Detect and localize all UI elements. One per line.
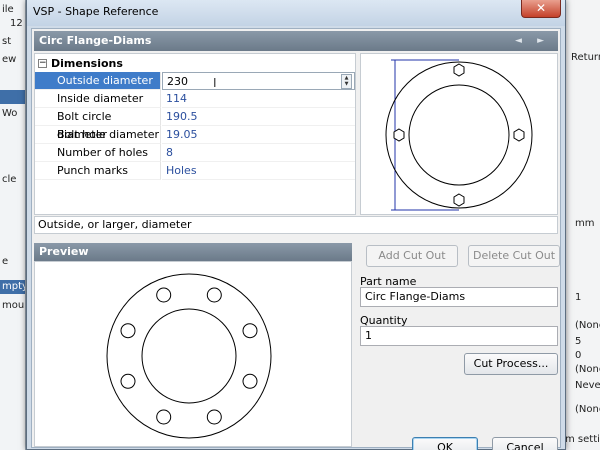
property-row-outside-diameter[interactable]: Outside diameter 230 I ▲ ▼ bbox=[35, 72, 355, 90]
cut-process-button[interactable]: Cut Process... bbox=[464, 353, 558, 375]
ok-button[interactable]: OK bbox=[412, 437, 478, 450]
bg-fragment: mm bbox=[575, 218, 595, 229]
bg-fragment: ile bbox=[2, 4, 14, 15]
category-dimensions[interactable]: − Dimensions bbox=[35, 56, 355, 72]
bolt-hole-top bbox=[453, 63, 465, 77]
preview-inner-circle bbox=[141, 308, 237, 404]
property-description: Outside, or larger, diameter bbox=[34, 216, 558, 234]
property-row-bolt-hole-diameter[interactable]: Bolt hole diameter 19.05 bbox=[35, 126, 355, 144]
bg-fragment: 12 bbox=[10, 18, 23, 29]
bg-fragment: e bbox=[2, 256, 9, 267]
bg-fragment: ew bbox=[2, 54, 17, 65]
close-icon: ✕ bbox=[535, 1, 547, 15]
spinner-icon[interactable]: ▲ ▼ bbox=[341, 74, 352, 89]
bg-fragment: 5 bbox=[575, 336, 582, 347]
background-right-panel: Return mm 1 (None 5 0 (None Never (None … bbox=[560, 0, 600, 450]
bolt-hole-right bbox=[513, 128, 525, 142]
property-value[interactable]: 190.5 bbox=[162, 108, 355, 126]
preview-bolt-hole bbox=[120, 323, 136, 339]
shape-nav-arrows-icon[interactable]: ◄ ► bbox=[515, 31, 550, 51]
property-name: Punch marks bbox=[35, 162, 161, 180]
dialog-title: VSP - Shape Reference bbox=[33, 5, 159, 18]
property-value[interactable]: 19.05 bbox=[162, 126, 355, 144]
property-value[interactable]: 114 bbox=[162, 90, 355, 108]
bg-fragment: 0 bbox=[575, 350, 582, 361]
part-name-field[interactable]: Circ Flange-Diams bbox=[360, 287, 558, 307]
delete-cut-out-button[interactable]: Delete Cut Out bbox=[468, 245, 560, 267]
bg-fragment: (None bbox=[575, 404, 600, 415]
property-name: Number of holes bbox=[35, 144, 161, 162]
property-row-inside-diameter[interactable]: Inside diameter 114 bbox=[35, 90, 355, 108]
property-row-bolt-circle-diameter[interactable]: Bolt circle diameter 190.5 bbox=[35, 108, 355, 141]
property-row-punch-marks[interactable]: Punch marks Holes bbox=[35, 162, 355, 180]
bolt-hole-bottom bbox=[453, 193, 465, 207]
preview-header: Preview bbox=[34, 243, 352, 261]
bg-fragment: (None bbox=[575, 364, 600, 375]
quantity-field[interactable]: 1 bbox=[360, 326, 558, 346]
outer-circle bbox=[385, 61, 533, 209]
bg-fragment: cle bbox=[2, 174, 17, 185]
preview-area bbox=[34, 261, 352, 447]
preview-bolt-hole bbox=[242, 373, 258, 389]
bg-fragment: m settin bbox=[565, 434, 600, 445]
outside-diameter-input[interactable]: 230 I ▲ ▼ bbox=[162, 72, 355, 90]
property-name: Inside diameter bbox=[35, 90, 161, 108]
bg-fragment: 1 bbox=[575, 292, 582, 303]
property-name: Bolt circle diameter bbox=[35, 108, 161, 141]
property-value: 230 bbox=[167, 75, 188, 88]
add-cut-out-button[interactable]: Add Cut Out bbox=[366, 245, 458, 267]
property-value[interactable]: 8 bbox=[162, 144, 355, 162]
shape-title: Circ Flange-Diams bbox=[39, 34, 152, 47]
property-grid: − Dimensions Outside diameter 230 I ▲ ▼ I… bbox=[34, 53, 356, 215]
reference-drawing bbox=[360, 53, 558, 215]
category-label: Dimensions bbox=[51, 57, 123, 70]
shape-header: Circ Flange-Diams ◄ ► bbox=[34, 31, 558, 51]
property-name: Bolt hole diameter bbox=[35, 126, 161, 144]
bg-fragment: st bbox=[2, 36, 12, 47]
property-value[interactable]: Holes bbox=[162, 162, 355, 180]
bg-fragment: (None bbox=[575, 320, 600, 331]
shape-reference-dialog: VSP - Shape Reference ✕ Circ Flange-Diam… bbox=[26, 0, 566, 450]
preview-bolt-hole bbox=[242, 323, 258, 339]
dialog-titlebar[interactable]: VSP - Shape Reference ✕ bbox=[27, 0, 565, 26]
property-name: Outside diameter bbox=[35, 72, 161, 90]
collapse-icon[interactable]: − bbox=[38, 59, 47, 68]
flange-preview-drawing bbox=[106, 273, 272, 439]
bg-fragment: Wo bbox=[2, 108, 18, 119]
flange-reference-diagram bbox=[385, 59, 533, 211]
preview-bolt-hole bbox=[156, 409, 172, 425]
property-row-number-of-holes[interactable]: Number of holes 8 bbox=[35, 144, 355, 162]
preview-bolt-hole bbox=[120, 373, 136, 389]
preview-bolt-hole bbox=[156, 287, 172, 303]
bg-fragment: Never bbox=[575, 380, 600, 391]
preview-outer-circle bbox=[106, 273, 272, 439]
preview-bolt-hole bbox=[206, 409, 222, 425]
cancel-button[interactable]: Cancel bbox=[492, 437, 558, 450]
bg-fragment: Return bbox=[571, 52, 600, 63]
dialog-client-area: Circ Flange-Diams ◄ ► − Dimensions Outsi… bbox=[31, 28, 561, 450]
bg-fragment: mou bbox=[2, 300, 25, 311]
bg-fragment: mpty bbox=[2, 281, 26, 292]
inner-circle bbox=[408, 84, 510, 186]
background-left-panel: ile 12 st ew Wo cle e mpty mou bbox=[0, 0, 26, 450]
preview-bolt-hole bbox=[206, 287, 222, 303]
bolt-hole-left bbox=[393, 128, 405, 142]
close-button[interactable]: ✕ bbox=[521, 0, 561, 18]
